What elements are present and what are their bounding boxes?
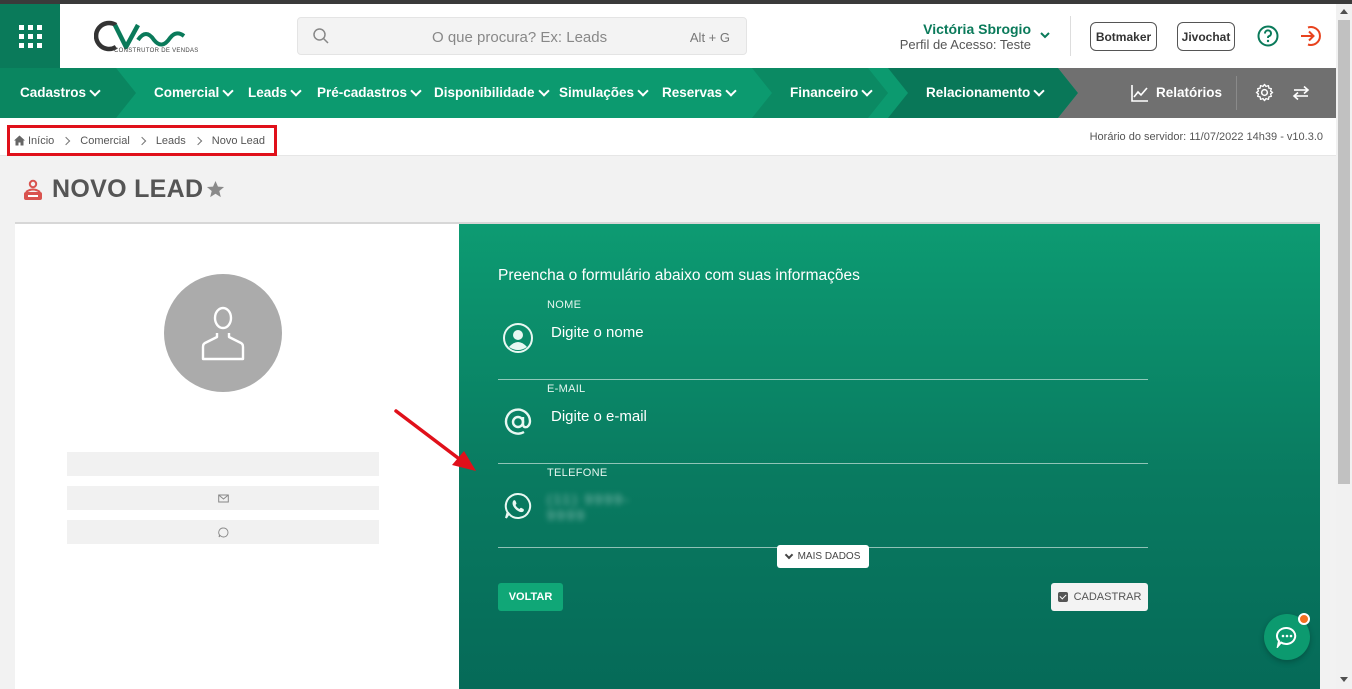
nav-financeiro[interactable]: Financeiro — [790, 84, 873, 100]
scrollbar-thumb[interactable] — [1338, 20, 1350, 484]
user-role[interactable]: Perfil de Acesso: Teste — [900, 37, 1031, 52]
breadcrumb: Início Comercial Leads Novo Lead — [7, 125, 278, 156]
back-button[interactable]: VOLTAR — [498, 583, 563, 611]
envelope-icon — [217, 494, 229, 502]
nav-relacionamento[interactable]: Relacionamento — [926, 84, 1045, 100]
name-field[interactable]: NOME Digite o nome — [498, 296, 1148, 380]
more-data-button[interactable]: MAIS DADOS — [777, 545, 869, 568]
whatsapp-icon — [504, 492, 532, 519]
nav-label: Relacionamento — [926, 85, 1031, 100]
email-field-label: E-MAIL — [547, 383, 586, 395]
logout-icon[interactable] — [1298, 25, 1322, 47]
global-search[interactable]: O que procura? Ex: Leads Alt + G — [297, 17, 747, 55]
nav-simulacoes[interactable]: Simulações — [559, 84, 649, 100]
nav-label: Reservas — [662, 85, 723, 100]
nav-pre-cadastros[interactable]: Pré-cadastros — [317, 84, 422, 100]
avatar — [164, 274, 282, 392]
phone-field-label: TELEFONE — [547, 467, 608, 479]
nav-label: Cadastros — [20, 85, 87, 100]
at-sign-icon — [504, 408, 532, 435]
app-header: CONSTRUTOR DE VENDAS O que procura? Ex: … — [0, 4, 1336, 68]
swap-icon[interactable] — [1292, 84, 1310, 102]
breadcrumb-item[interactable]: Leads — [156, 135, 186, 147]
nav-leads[interactable]: Leads — [248, 84, 302, 100]
name-input[interactable]: Digite o nome — [551, 324, 644, 341]
apps-menu-button[interactable] — [0, 4, 60, 68]
nav-reservas[interactable]: Reservas — [662, 84, 737, 100]
nav-label: Leads — [248, 85, 288, 100]
submit-button[interactable]: CADASTRAR — [1051, 583, 1148, 611]
chevron-down-icon[interactable] — [1038, 30, 1052, 40]
breadcrumb-bar: Início Comercial Leads Novo Lead Horário… — [0, 118, 1336, 156]
user-name[interactable]: Victória Sbrogio — [923, 21, 1031, 37]
scroll-up-arrow-icon[interactable] — [1340, 9, 1348, 14]
email-field[interactable]: E-MAIL Digite o e-mail — [498, 380, 1148, 464]
whatsapp-icon — [217, 527, 228, 537]
nav-label: Simulações — [559, 85, 635, 100]
annotation-arrow-icon — [394, 409, 476, 471]
preview-phone-placeholder — [67, 520, 379, 544]
more-data-label: MAIS DADOS — [797, 551, 861, 562]
gear-icon[interactable] — [1255, 83, 1274, 102]
chat-bubble-icon — [1276, 626, 1297, 648]
nav-cadastros[interactable]: Cadastros — [20, 84, 101, 100]
submit-label: CADASTRAR — [1073, 591, 1142, 603]
lead-form-panel: Preencha o formulário abaixo com suas in… — [459, 224, 1320, 689]
email-input[interactable]: Digite o e-mail — [551, 408, 647, 425]
preview-email-placeholder — [67, 486, 379, 510]
botmaker-button[interactable]: Botmaker — [1090, 22, 1157, 51]
nav-disponibilidade[interactable]: Disponibilidade — [434, 84, 550, 100]
nav-comercial[interactable]: Comercial — [154, 84, 234, 100]
phone-input[interactable]: (11) 9999-9999 — [547, 491, 665, 523]
phone-field[interactable]: TELEFONE (11) 9999-9999 — [498, 464, 1148, 548]
home-icon — [14, 135, 25, 146]
breadcrumb-item[interactable]: Comercial — [80, 135, 130, 147]
apps-grid-icon — [18, 24, 42, 48]
search-icon — [313, 28, 329, 44]
page-title: NOVO LEAD — [52, 175, 204, 203]
logo-subtitle: CONSTRUTOR DE VENDAS — [114, 48, 199, 54]
scroll-down-arrow-icon[interactable] — [1340, 677, 1348, 682]
check-square-icon — [1057, 592, 1068, 602]
lead-icon — [24, 179, 42, 200]
help-icon[interactable] — [1257, 25, 1279, 47]
chevron-down-icon — [784, 550, 793, 559]
nav-label: Disponibilidade — [434, 85, 535, 100]
breadcrumb-item[interactable]: Início — [28, 135, 54, 147]
form-heading: Preencha o formulário abaixo com suas in… — [498, 267, 860, 284]
jivochat-button[interactable]: Jivochat — [1177, 22, 1235, 51]
header-divider — [1070, 16, 1071, 56]
star-icon[interactable] — [206, 180, 225, 199]
user-circle-icon — [503, 323, 533, 353]
breadcrumb-item-current: Novo Lead — [211, 134, 266, 147]
search-placeholder: O que procura? Ex: Leads — [432, 29, 608, 46]
name-field-label: NOME — [547, 299, 582, 311]
user-icon — [201, 306, 245, 361]
nav-relatorios[interactable]: Relatórios — [1156, 85, 1222, 100]
chart-line-icon[interactable] — [1131, 84, 1149, 102]
nav-divider — [1236, 76, 1237, 110]
nav-label: Pré-cadastros — [317, 85, 408, 100]
nav-label: Financeiro — [790, 85, 859, 100]
server-time: Horário do servidor: 11/07/2022 14h39 - … — [1089, 131, 1323, 143]
search-shortcut: Alt + G — [689, 30, 730, 45]
notification-dot — [1298, 613, 1310, 625]
preview-name-placeholder — [67, 452, 379, 476]
nav-label: Comercial — [154, 85, 220, 100]
